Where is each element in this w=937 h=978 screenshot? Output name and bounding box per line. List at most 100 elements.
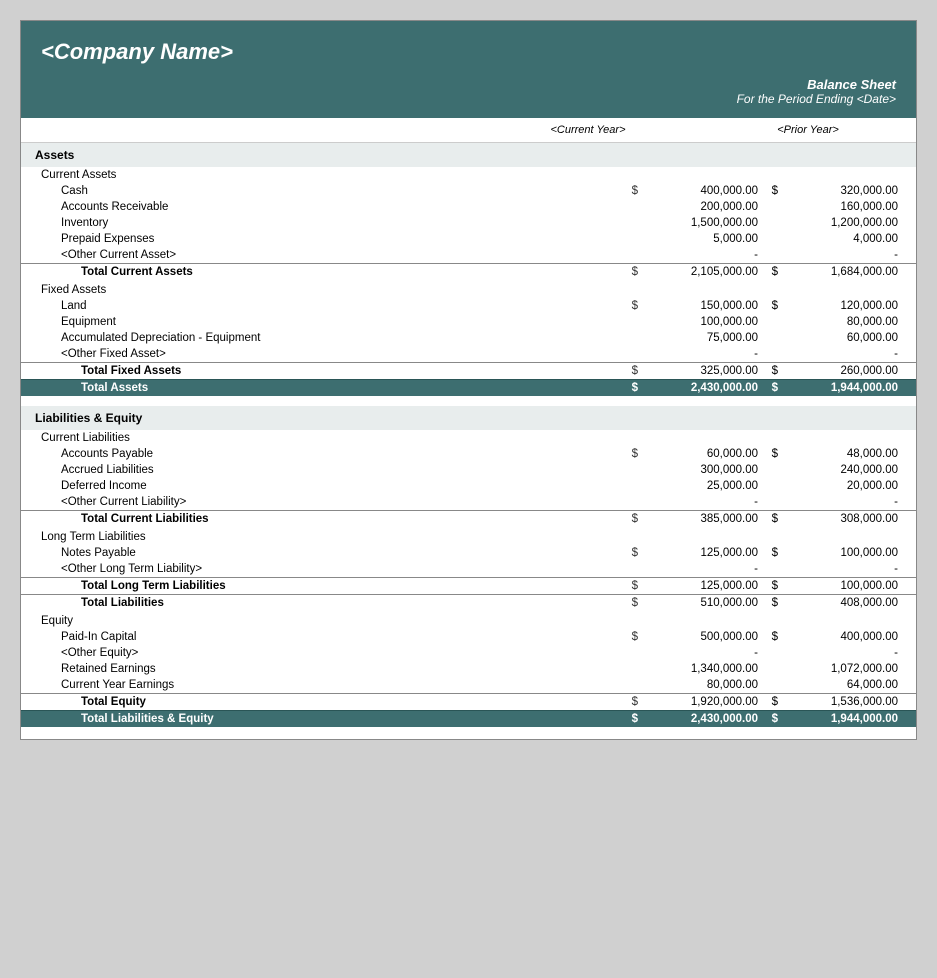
current-year-earnings-label: Current Year Earnings <box>21 677 626 694</box>
equity-header-row: Equity <box>21 611 916 629</box>
deferred-income-cy: 25,000.00 <box>642 478 762 494</box>
other-lt-liability-row: <Other Long Term Liability> - - <box>21 561 916 578</box>
other-current-asset-cy: - <box>642 247 762 264</box>
te-sign-py: $ <box>762 694 782 711</box>
deferred-income-row: Deferred Income 25,000.00 20,000.00 <box>21 478 916 494</box>
other-equity-py: - <box>782 645 902 661</box>
current-assets-label: Current Assets <box>21 167 626 183</box>
sheet-subtitle: For the Period Ending <Date> <box>41 92 896 106</box>
accrued-liabilities-py: 240,000.00 <box>782 462 902 478</box>
other-fixed-asset-label: <Other Fixed Asset> <box>21 346 626 363</box>
paid-in-capital-row: Paid-In Capital $ 500,000.00 $ 400,000.0… <box>21 629 916 645</box>
land-sign-py: $ <box>762 298 782 314</box>
total-fixed-assets-row: Total Fixed Assets $ 325,000.00 $ 260,00… <box>21 363 916 380</box>
other-lt-liability-py: - <box>782 561 902 578</box>
tltl-py: 100,000.00 <box>782 578 902 595</box>
tl-cy: 510,000.00 <box>642 595 762 612</box>
other-fixed-asset-row: <Other Fixed Asset> - - <box>21 346 916 363</box>
prepaid-label: Prepaid Expenses <box>21 231 626 247</box>
tle-sign-cy: $ <box>626 711 642 728</box>
other-current-liability-row: <Other Current Liability> - - <box>21 494 916 511</box>
retained-earnings-label: Retained Earnings <box>21 661 626 677</box>
spacer-1 <box>21 396 916 406</box>
retained-earnings-row: Retained Earnings 1,340,000.00 1,072,000… <box>21 661 916 677</box>
prepaid-row: Prepaid Expenses 5,000.00 4,000.00 <box>21 231 916 247</box>
total-current-liabilities-row: Total Current Liabilities $ 385,000.00 $… <box>21 511 916 528</box>
ta-cy: 2,430,000.00 <box>642 380 762 397</box>
other-equity-label: <Other Equity> <box>21 645 626 661</box>
ap-sign-cy: $ <box>626 446 642 462</box>
total-current-liabilities-label: Total Current Liabilities <box>21 511 626 528</box>
current-liabilities-header-row: Current Liabilities <box>21 430 916 446</box>
tcl-cy: 385,000.00 <box>642 511 762 528</box>
current-liabilities-label: Current Liabilities <box>21 430 626 446</box>
total-liabilities-equity-label: Total Liabilities & Equity <box>21 711 626 728</box>
ar-row: Accounts Receivable 200,000.00 160,000.0… <box>21 199 916 215</box>
land-row: Land $ 150,000.00 $ 120,000.00 <box>21 298 916 314</box>
fixed-assets-header-row: Fixed Assets <box>21 280 916 298</box>
cash-label: Cash <box>21 183 626 199</box>
col-header-py: <Prior Year> <box>708 124 908 136</box>
accum-depr-py: 60,000.00 <box>782 330 902 346</box>
bottom-spacer <box>21 727 916 739</box>
tl-sign-cy: $ <box>626 595 642 612</box>
total-current-assets-label: Total Current Assets <box>21 264 626 281</box>
prepaid-py: 4,000.00 <box>782 231 902 247</box>
cash-sign-cy: $ <box>626 183 642 199</box>
ar-cy: 200,000.00 <box>642 199 762 215</box>
ar-py: 160,000.00 <box>782 199 902 215</box>
te-cy: 1,920,000.00 <box>642 694 762 711</box>
tca-sign-cy: $ <box>626 264 642 281</box>
tl-py: 408,000.00 <box>782 595 902 612</box>
equipment-row: Equipment 100,000.00 80,000.00 <box>21 314 916 330</box>
tfa-sign-cy: $ <box>626 363 642 380</box>
tl-sign-py: $ <box>762 595 782 612</box>
pic-py: 400,000.00 <box>782 629 902 645</box>
current-year-earnings-py: 64,000.00 <box>782 677 902 694</box>
equipment-cy: 100,000.00 <box>642 314 762 330</box>
np-cy: 125,000.00 <box>642 545 762 561</box>
tca-py: 1,684,000.00 <box>782 264 902 281</box>
tle-py: 1,944,000.00 <box>782 711 902 728</box>
other-equity-cy: - <box>642 645 762 661</box>
total-lt-liabilities-row: Total Long Term Liabilities $ 125,000.00… <box>21 578 916 595</box>
pic-cy: 500,000.00 <box>642 629 762 645</box>
ap-py: 48,000.00 <box>782 446 902 462</box>
other-current-asset-row: <Other Current Asset> - - <box>21 247 916 264</box>
other-fixed-asset-py: - <box>782 346 902 363</box>
long-term-liabilities-label: Long Term Liabilities <box>21 527 626 545</box>
accounts-payable-label: Accounts Payable <box>21 446 626 462</box>
tca-sign-py: $ <box>762 264 782 281</box>
ap-sign-py: $ <box>762 446 782 462</box>
paid-in-capital-label: Paid-In Capital <box>21 629 626 645</box>
current-year-earnings-cy: 80,000.00 <box>642 677 762 694</box>
accounts-payable-row: Accounts Payable $ 60,000.00 $ 48,000.00 <box>21 446 916 462</box>
ta-sign-cy: $ <box>626 380 642 397</box>
pic-sign-py: $ <box>762 629 782 645</box>
current-year-earnings-row: Current Year Earnings 80,000.00 64,000.0… <box>21 677 916 694</box>
retained-earnings-py: 1,072,000.00 <box>782 661 902 677</box>
other-equity-row: <Other Equity> - - <box>21 645 916 661</box>
land-sign-cy: $ <box>626 298 642 314</box>
ta-py: 1,944,000.00 <box>782 380 902 397</box>
tfa-py: 260,000.00 <box>782 363 902 380</box>
inventory-py: 1,200,000.00 <box>782 215 902 231</box>
land-cy: 150,000.00 <box>642 298 762 314</box>
accum-depr-cy: 75,000.00 <box>642 330 762 346</box>
other-current-asset-py: - <box>782 247 902 264</box>
current-assets-header-row: Current Assets <box>21 167 916 183</box>
accrued-liabilities-label: Accrued Liabilities <box>21 462 626 478</box>
accum-depr-label: Accumulated Depreciation - Equipment <box>21 330 626 346</box>
retained-earnings-cy: 1,340,000.00 <box>642 661 762 677</box>
other-lt-liability-cy: - <box>642 561 762 578</box>
other-current-liability-label: <Other Current Liability> <box>21 494 626 511</box>
liabilities-equity-section-header: Liabilities & Equity <box>21 406 916 430</box>
te-py: 1,536,000.00 <box>782 694 902 711</box>
total-assets-row: Total Assets $ 2,430,000.00 $ 1,944,000.… <box>21 380 916 397</box>
tfa-sign-py: $ <box>762 363 782 380</box>
long-term-liabilities-header-row: Long Term Liabilities <box>21 527 916 545</box>
np-sign-cy: $ <box>626 545 642 561</box>
total-assets-label: Total Assets <box>21 380 626 397</box>
inventory-cy: 1,500,000.00 <box>642 215 762 231</box>
header-title: Balance Sheet For the Period Ending <Dat… <box>21 73 916 118</box>
